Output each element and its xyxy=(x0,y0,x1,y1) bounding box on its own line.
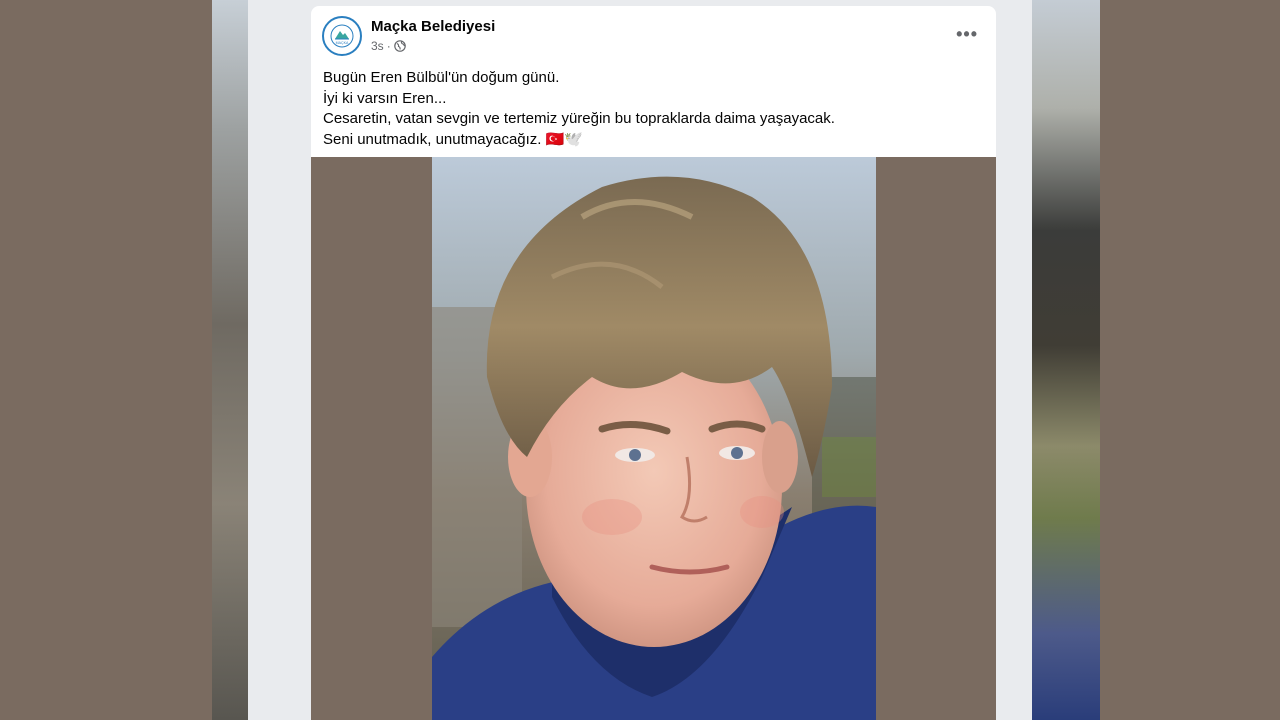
post-text-line: Cesaretin, vatan sevgin ve tertemiz yüre… xyxy=(323,110,835,127)
background-right xyxy=(1100,0,1280,720)
meta-separator: · xyxy=(386,39,391,53)
page-avatar[interactable]: MAÇKA xyxy=(322,16,362,56)
background-left xyxy=(0,0,212,720)
post-time[interactable]: 3s xyxy=(371,39,384,53)
boy-portrait-photo[interactable] xyxy=(432,157,876,720)
macka-logo-icon: MAÇKA xyxy=(330,24,354,48)
post-header: MAÇKA Maçka Belediyesi 3s · ••• xyxy=(311,6,996,66)
post-text-line: Bugün Eren Bülbül'ün doğum günü. xyxy=(323,69,560,86)
portrait-illustration xyxy=(432,157,876,720)
post-text-line: İyi ki varsın Eren... xyxy=(323,89,447,107)
background-blur-right xyxy=(1032,0,1100,720)
post-text: Bugün Eren Bülbül'ün doğum günü. İyi ki … xyxy=(323,68,835,150)
post-media[interactable] xyxy=(311,157,996,720)
more-options-icon[interactable]: ••• xyxy=(956,24,978,45)
post-text-line: Seni unutmadık, unutmayacağız. 🇹🇷🕊️ xyxy=(323,130,583,148)
background-blur-left xyxy=(212,0,248,720)
post-meta: 3s · xyxy=(371,39,406,53)
globe-icon xyxy=(393,40,406,52)
post-card: MAÇKA Maçka Belediyesi 3s · ••• Bugün Er… xyxy=(311,6,996,720)
logo-text: MAÇKA xyxy=(336,41,349,45)
page-name[interactable]: Maçka Belediyesi xyxy=(371,18,495,35)
